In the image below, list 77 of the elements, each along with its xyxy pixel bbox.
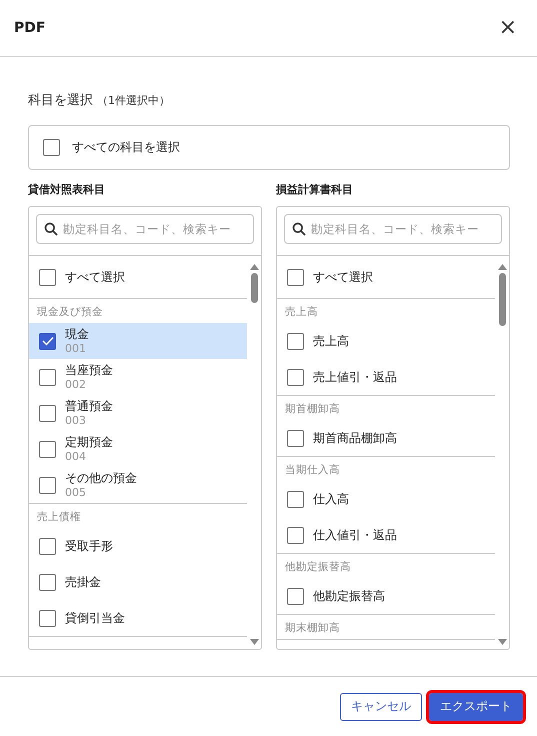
account-code: 001 <box>65 342 87 356</box>
checkbox[interactable] <box>39 332 56 350</box>
account-name: 仕入値引・返品 <box>313 526 397 544</box>
account-row[interactable]: 仕入値引・返品 <box>277 517 495 553</box>
account-row[interactable]: 仕入高 <box>277 481 495 517</box>
checkbox[interactable] <box>287 526 304 544</box>
checkbox[interactable] <box>39 404 56 422</box>
account-row[interactable]: 他勘定振替高 <box>277 578 495 614</box>
account-row[interactable]: 現金 001 <box>29 323 247 359</box>
account-row[interactable]: 貸倒引当金 <box>29 600 247 636</box>
checkbox[interactable] <box>39 610 56 626</box>
account-row[interactable]: 売上値引・返品 <box>277 359 495 395</box>
scroll-up-icon[interactable] <box>250 264 258 270</box>
checkbox[interactable] <box>39 476 56 494</box>
account-name: 普通預金 <box>65 398 113 414</box>
scroll-up-icon[interactable] <box>498 264 506 270</box>
account-row[interactable]: 当座預金 002 <box>29 359 247 395</box>
scrollbar-thumb[interactable] <box>498 273 506 326</box>
checkbox[interactable] <box>39 268 56 286</box>
account-row[interactable]: その他の預金 005 <box>29 467 247 503</box>
account-name: 期首商品棚卸高 <box>313 430 397 446</box>
search-field[interactable]: 勘定科目名、コード、検索キー <box>284 214 502 244</box>
checkbox[interactable] <box>39 368 56 386</box>
checkbox[interactable] <box>43 139 60 156</box>
checkbox[interactable] <box>287 368 304 386</box>
account-row[interactable]: 売掛金 <box>29 564 247 600</box>
account-name: 当座預金 <box>65 362 113 378</box>
select-all-label: すべて選択 <box>313 268 373 286</box>
select-all-card[interactable]: すべての科目を選択 <box>28 125 510 170</box>
group-label: 期首棚卸高 <box>284 402 341 417</box>
scroll-down-icon[interactable] <box>250 639 258 645</box>
account-name: 受取手形 <box>65 538 113 554</box>
checkbox[interactable] <box>287 268 304 286</box>
account-name: 売上高 <box>313 332 349 350</box>
checkbox[interactable] <box>287 490 304 508</box>
account-name: 定期預金 <box>65 434 113 450</box>
account-row[interactable]: 普通預金 003 <box>29 395 247 431</box>
checkbox[interactable] <box>39 538 56 554</box>
select-all-label: すべての科目を選択 <box>72 139 180 156</box>
group-label: 当期仕入高 <box>284 463 341 478</box>
select-all-label: すべて選択 <box>65 268 125 286</box>
checkbox[interactable] <box>287 588 304 604</box>
checkbox[interactable] <box>287 430 304 446</box>
account-name: 売掛金 <box>65 574 101 590</box>
section-title: 科目を選択 <box>28 92 93 109</box>
group-label: 売上高 <box>284 305 319 320</box>
scroll-down-icon[interactable] <box>498 639 506 645</box>
account-code: 004 <box>65 450 87 464</box>
check-icon <box>42 336 54 346</box>
selection-count: （1件選択中） <box>97 93 170 108</box>
group-label: 現金及び預金 <box>36 305 104 320</box>
account-row[interactable]: 期首商品棚卸高 <box>277 420 495 456</box>
group-label: 期末棚卸高 <box>284 621 341 636</box>
checkbox[interactable] <box>39 440 56 458</box>
account-name: 仕入高 <box>313 490 349 508</box>
close-button[interactable]: × <box>494 17 521 39</box>
cancel-button[interactable]: キャンセル <box>340 692 422 720</box>
panel-title: 貸借対照表科目 <box>28 182 106 197</box>
account-row[interactable]: 受取手形 <box>29 528 247 564</box>
account-row[interactable]: 定期預金 004 <box>29 431 247 467</box>
account-code: 003 <box>65 414 87 428</box>
account-name: 現金 <box>65 326 89 342</box>
group-label: 他勘定振替高 <box>284 560 352 575</box>
account-row[interactable]: 売上高 <box>277 323 495 359</box>
scrollbar-thumb[interactable] <box>250 273 258 303</box>
checkbox[interactable] <box>39 574 56 590</box>
dialog-title: PDF <box>14 20 46 36</box>
panel-title: 損益計算書科目 <box>276 182 354 197</box>
account-name: 売上値引・返品 <box>313 368 397 386</box>
group-label: 売上債権 <box>36 510 82 525</box>
account-code: 002 <box>65 378 87 392</box>
checkbox[interactable] <box>287 332 304 350</box>
search-field[interactable]: 勘定科目名、コード、検索キー <box>36 214 254 244</box>
account-code: 005 <box>65 486 87 500</box>
account-name: 貸倒引当金 <box>65 610 125 626</box>
account-name: その他の預金 <box>65 470 137 486</box>
account-name: 他勘定振替高 <box>313 588 385 604</box>
